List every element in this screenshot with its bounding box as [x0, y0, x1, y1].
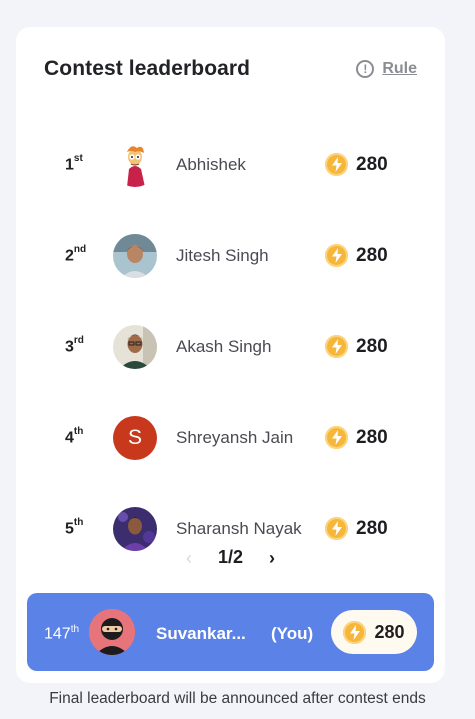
player-score: 280: [325, 426, 388, 449]
avatar-initial: S: [127, 425, 142, 449]
lightning-coin-icon: [343, 620, 367, 644]
lightning-coin-icon: [325, 335, 348, 358]
leaderboard-row[interactable]: 2nd Jitesh Singh 280: [16, 210, 445, 301]
rank-label: 1st: [65, 152, 83, 174]
lightning-coin-icon: [325, 244, 348, 267]
lightning-coin-icon: [325, 517, 348, 540]
player-name: Akash Singh: [176, 336, 272, 356]
rank-label: 2nd: [65, 243, 87, 265]
avatar: [113, 506, 157, 551]
player-score: 280: [325, 517, 388, 540]
footer-note: Final leaderboard will be announced afte…: [49, 690, 426, 707]
you-label: (You): [271, 624, 314, 643]
page-indicator: 1/2: [217, 547, 244, 567]
player-points: 280: [356, 244, 388, 266]
player-name: Jitesh Singh: [176, 245, 269, 265]
rule-link[interactable]: ! Rule: [356, 60, 417, 78]
lightning-coin-icon: [325, 426, 348, 449]
player-name: Sharansh Nayak: [176, 518, 302, 538]
player-name: Shreyansh Jain: [176, 427, 294, 447]
page-title: Contest leaderboard: [44, 57, 251, 80]
chevron-right-icon[interactable]: ›: [269, 549, 275, 567]
avatar: S: [113, 415, 157, 460]
avatar: [113, 142, 157, 187]
lightning-coin-icon: [325, 153, 348, 176]
player-points: 280: [356, 517, 388, 539]
rank-label: 5th: [65, 516, 84, 538]
current-user-row[interactable]: 147th Suvankar... (You) 280: [27, 593, 434, 671]
current-user-points: 280: [374, 621, 405, 642]
player-score: 280: [325, 153, 388, 176]
avatar: [113, 233, 157, 278]
player-points: 280: [356, 426, 388, 448]
player-name: Abhishek: [176, 154, 246, 174]
leaderboard-card: Contest leaderboard ! Rule 1st Abhishek: [16, 27, 445, 683]
avatar: [89, 609, 135, 655]
rank-label: 3rd: [65, 334, 84, 356]
leaderboard-row[interactable]: 1st Abhishek 280: [16, 119, 445, 210]
current-user-name: Suvankar...: [156, 624, 246, 643]
player-points: 280: [356, 153, 388, 175]
player-points: 280: [356, 335, 388, 357]
current-user-score: 280: [331, 610, 417, 654]
rule-label[interactable]: Rule: [382, 60, 417, 78]
player-score: 280: [325, 244, 388, 267]
pagination: ‹ 1/2 ›: [16, 547, 445, 568]
chevron-left-icon[interactable]: ‹: [186, 549, 192, 567]
player-score: 280: [325, 335, 388, 358]
avatar: [113, 324, 157, 369]
rank-label: 4th: [65, 425, 84, 447]
leaderboard-header: Contest leaderboard ! Rule: [44, 57, 417, 81]
leaderboard-row[interactable]: 3rd Akash Singh 280: [16, 301, 445, 392]
info-icon: !: [356, 60, 375, 78]
leaderboard-list: 1st Abhishek 280 2nd Jitesh Singh 280 3r…: [16, 119, 445, 574]
current-user-rank: 147th: [44, 624, 80, 643]
leaderboard-row[interactable]: 4th S Shreyansh Jain 280: [16, 392, 445, 483]
